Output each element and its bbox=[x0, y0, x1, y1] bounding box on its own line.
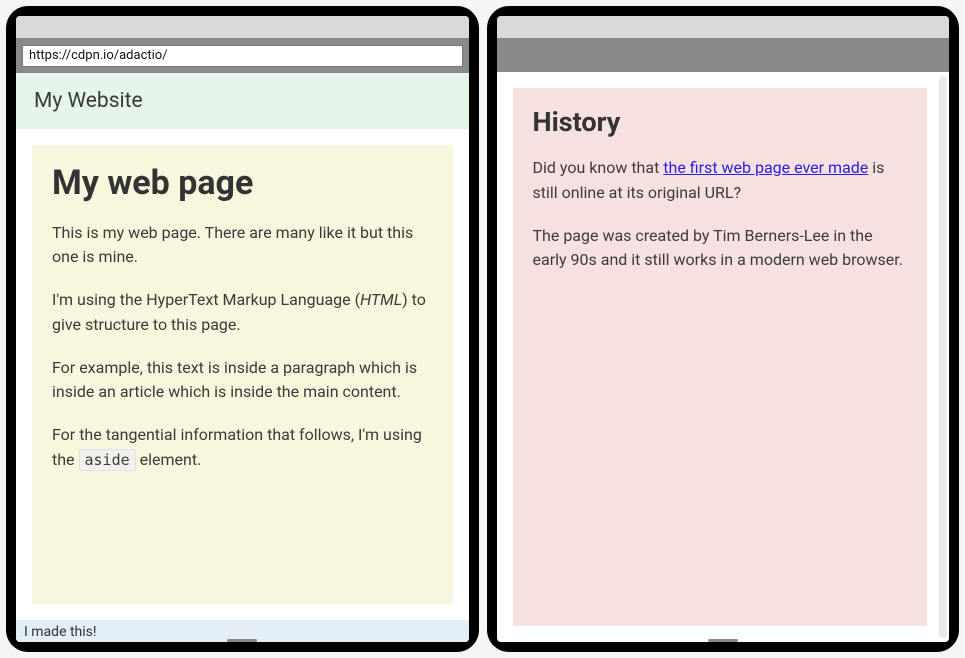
browser-address-bar bbox=[497, 38, 950, 72]
inline-emphasis: HTML bbox=[360, 290, 402, 309]
scrollbar[interactable] bbox=[939, 76, 947, 638]
article-paragraph: For the tangential information that foll… bbox=[52, 423, 433, 473]
browser-address-bar bbox=[16, 38, 469, 73]
url-input[interactable] bbox=[22, 45, 463, 67]
device-frame-right: History Did you know that the first web … bbox=[487, 6, 960, 652]
home-indicator-icon[interactable] bbox=[227, 639, 257, 642]
article-paragraph: This is my web page. There are many like… bbox=[52, 221, 433, 271]
first-webpage-link[interactable]: the first web page ever made bbox=[663, 158, 868, 177]
aside-card: History Did you know that the first web … bbox=[513, 88, 928, 626]
device-frame-left: My Website My web page This is my web pa… bbox=[6, 6, 479, 652]
home-indicator-icon[interactable] bbox=[708, 639, 738, 642]
article-card: My web page This is my web page. There a… bbox=[32, 145, 453, 605]
page-viewport-left: My Website My web page This is my web pa… bbox=[16, 73, 469, 643]
site-title: My Website bbox=[34, 89, 143, 113]
inline-code: aside bbox=[79, 449, 136, 471]
page-viewport-right: History Did you know that the first web … bbox=[497, 72, 950, 642]
article-paragraph: I'm using the HyperText Markup Language … bbox=[52, 288, 433, 338]
article-heading: My web page bbox=[52, 163, 433, 203]
aside-paragraph: Did you know that the first web page eve… bbox=[533, 156, 908, 206]
status-bar bbox=[16, 16, 469, 38]
site-header: My Website bbox=[16, 73, 469, 129]
device-screen-left: My Website My web page This is my web pa… bbox=[16, 16, 469, 642]
status-bar bbox=[497, 16, 950, 38]
main-content: History Did you know that the first web … bbox=[497, 72, 950, 642]
footer-text: I made this! bbox=[24, 624, 97, 640]
aside-paragraph: The page was created by Tim Berners-Lee … bbox=[533, 224, 908, 274]
device-screen-right: History Did you know that the first web … bbox=[497, 16, 950, 642]
article-paragraph: For example, this text is inside a parag… bbox=[52, 356, 433, 406]
aside-heading: History bbox=[533, 106, 908, 138]
main-content: My web page This is my web page. There a… bbox=[16, 129, 469, 621]
